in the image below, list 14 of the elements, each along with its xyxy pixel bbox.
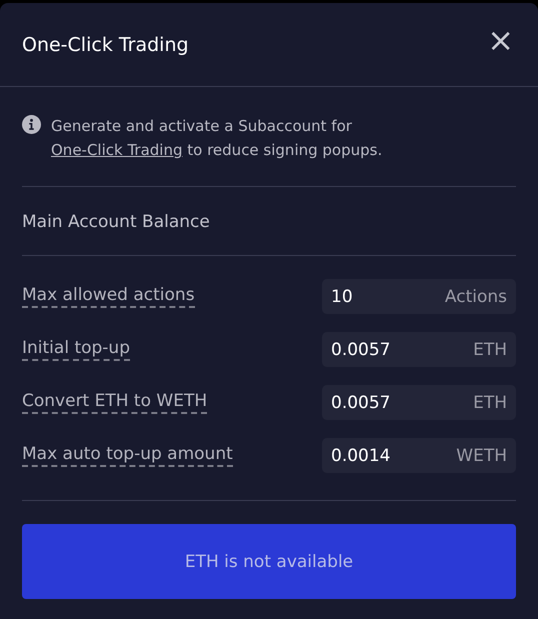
field-label: Initial top-up <box>22 338 130 361</box>
info-icon <box>22 115 41 134</box>
input-field[interactable]: 0.0057 ETH <box>322 385 516 420</box>
input-field[interactable]: 0.0057 ETH <box>322 332 516 367</box>
close-button[interactable]: × <box>485 24 516 56</box>
one-click-trading-link[interactable]: One-Click Trading <box>51 141 182 159</box>
info-message: Generate and activate a Subaccount for One-Click Trading to reduce signing popups. <box>51 116 382 161</box>
input-field[interactable]: 10 Actions <box>322 279 516 314</box>
section-title: Main Account Balance <box>22 211 211 234</box>
field-label: Max auto top-up amount <box>22 444 233 467</box>
input-field[interactable]: 0.0014 WETH <box>322 438 516 473</box>
field-label: Convert ETH to WETH <box>22 391 208 414</box>
dialog-title: One-Click Trading <box>22 34 189 56</box>
field-label: Max allowed actions <box>22 285 195 308</box>
